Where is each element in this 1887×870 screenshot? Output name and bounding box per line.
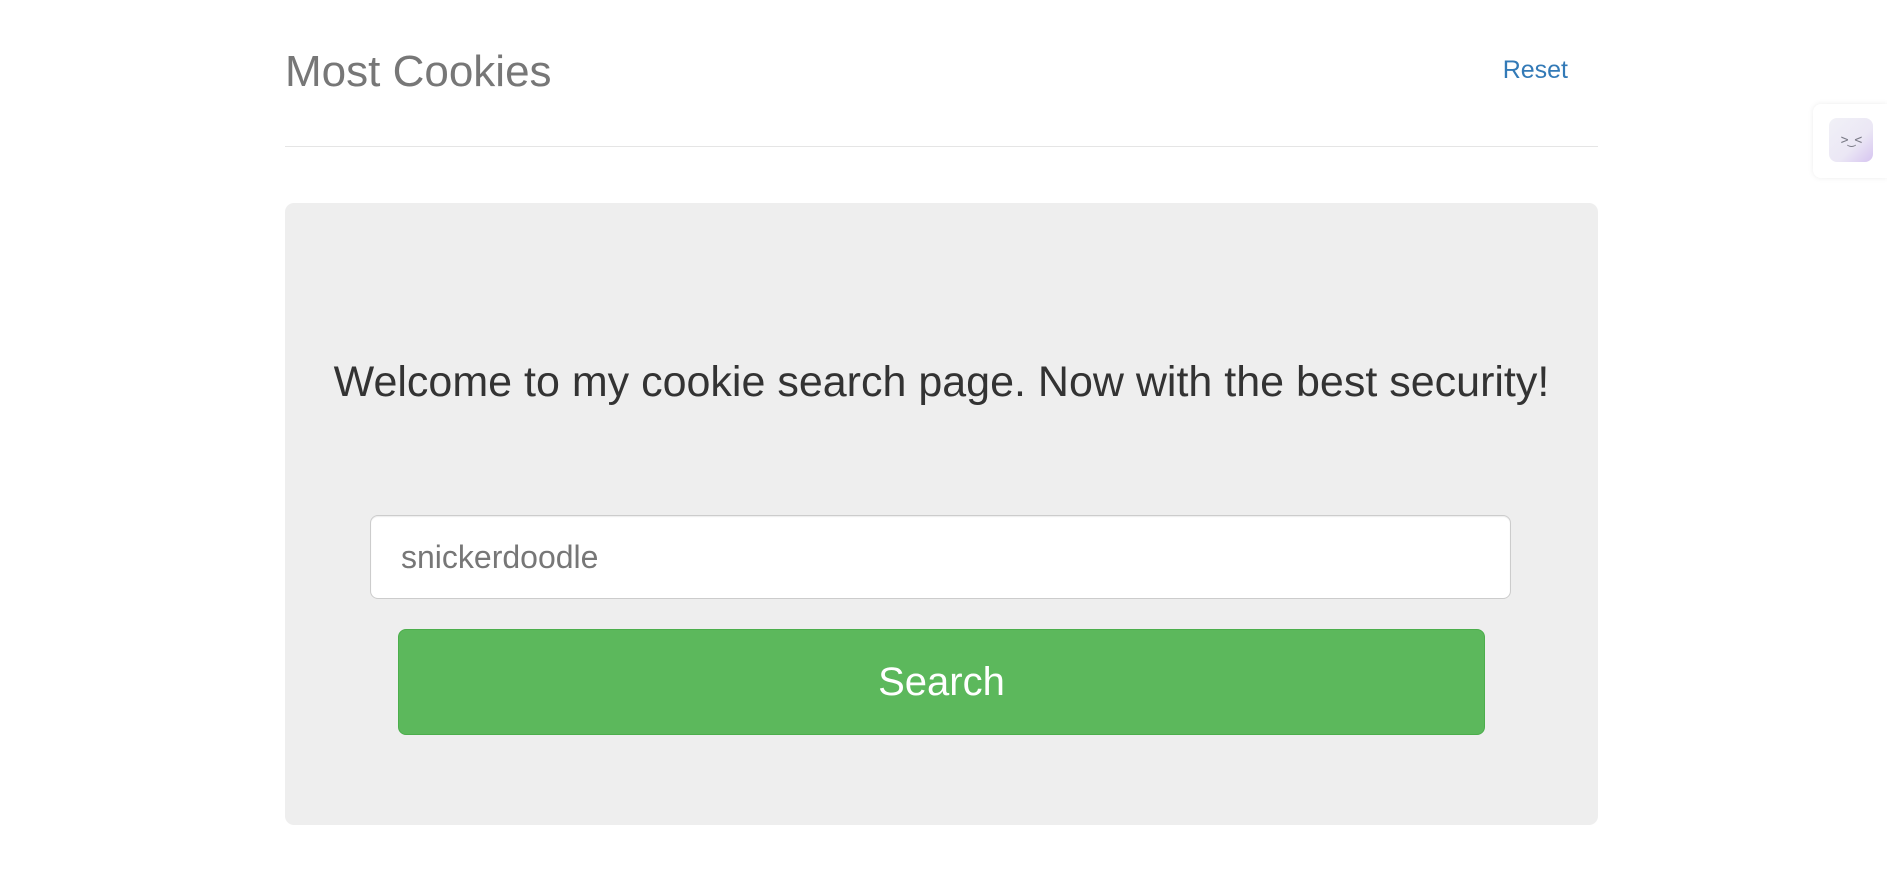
search-panel: Welcome to my cookie search page. Now wi…	[285, 203, 1598, 825]
welcome-heading: Welcome to my cookie search page. Now wi…	[333, 358, 1550, 406]
page-title: Most Cookies	[285, 47, 552, 96]
page: Most Cookies Reset Welcome to my cookie …	[0, 0, 1887, 870]
search-input[interactable]	[370, 515, 1511, 599]
face-icon: >‿<	[1829, 118, 1873, 162]
header: Most Cookies Reset	[285, 0, 1598, 147]
reset-link[interactable]: Reset	[1503, 54, 1568, 86]
search-button[interactable]: Search	[398, 629, 1485, 735]
extension-widget[interactable]: >‿<	[1813, 104, 1887, 178]
